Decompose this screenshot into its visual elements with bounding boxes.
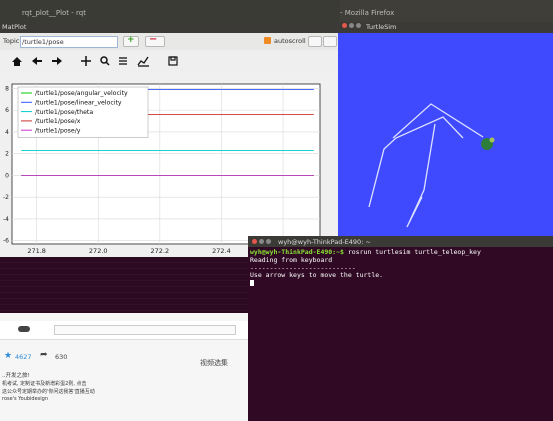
x-tick-label: 272.2: [151, 247, 170, 255]
firefox-title-strip: - Mozilla Firefox: [340, 0, 553, 22]
terminal-output-line: Use arrow keys to move the turtle.: [250, 271, 384, 279]
bg-line: 机考试, 定制证书及新增彩蛋2则, 点击: [2, 381, 87, 387]
star-count: 4627: [15, 353, 32, 361]
configure-icon[interactable]: [119, 57, 127, 65]
legend-label: /turtle1/pose/x: [35, 118, 81, 125]
teleop-terminal-window[interactable]: wyh@wyh-ThinkPad-E490: ~ wyh@wyh-ThinkPa…: [248, 236, 553, 421]
x-tick-label: 271.8: [27, 247, 46, 255]
legend-label: /turtle1/pose/y: [35, 127, 81, 134]
forward-icon[interactable]: [52, 57, 62, 65]
turtle-icon: [481, 137, 495, 150]
y-tick-label: -2: [3, 194, 9, 201]
turtlesim-window: TurtleSim: [338, 22, 553, 245]
bg-line: ..开发之旅!: [2, 373, 30, 379]
turtle-trail: [368, 116, 464, 208]
terminal-titlebar: wyh@wyh-ThinkPad-E490: ~: [248, 236, 553, 247]
pan-icon[interactable]: [81, 56, 91, 66]
legend-label: /turtle1/pose/linear_velocity: [35, 100, 122, 107]
background-browser-page: ★ 4627 ➦ 630 视频选集 ..开发之旅! 机考试, 定制证书及新增彩蛋…: [0, 313, 250, 421]
save-icon[interactable]: [168, 56, 178, 66]
pause-button[interactable]: [308, 36, 322, 47]
autoscroll-checkbox[interactable]: [264, 37, 271, 44]
firefox-window-title: - Mozilla Firefox: [340, 9, 395, 17]
add-topic-button[interactable]: +: [123, 35, 139, 47]
turtle-trail-canvas: [368, 103, 495, 228]
rqt-window-title: rqt_plot__Plot - rqt: [22, 9, 86, 17]
bg-input[interactable]: [54, 325, 236, 335]
y-tick-label: 8: [5, 85, 9, 92]
minimize-icon[interactable]: [259, 239, 264, 244]
bg-line: rose's Youbidesign: [2, 396, 49, 402]
legend-label: /turtle1/pose/angular_velocity: [35, 90, 128, 97]
terminal-command-line: wyh@wyh-ThinkPad-E490:~$ rosrun turtlesi…: [250, 248, 481, 256]
autoscroll-label: autoscroll: [274, 37, 306, 45]
turtle-trail-3: [406, 123, 436, 228]
background-terminal: [0, 257, 250, 313]
section-title: 视频选集: [200, 359, 228, 367]
line-chart[interactable]: 86420-2-4-6271.8272.0272.2272.4272.6/tur…: [0, 72, 338, 259]
topic-row: Topic /turtle1/pose + − autoscroll: [0, 33, 338, 51]
terminal-output-line: Reading from keyboard: [250, 256, 333, 264]
star-icon[interactable]: ★: [4, 351, 12, 361]
home-icon[interactable]: [12, 57, 22, 66]
y-tick-label: 2: [5, 151, 9, 158]
remove-topic-button[interactable]: −: [145, 34, 165, 47]
share-count: 630: [55, 353, 68, 361]
bg-toolbar: [0, 321, 250, 340]
x-tick-label: 272.4: [212, 247, 231, 255]
rqt-plugin-titlebar: MatPlot: [0, 22, 338, 33]
close-icon[interactable]: [252, 239, 257, 244]
y-tick-label: 6: [5, 107, 9, 114]
terminal-cursor: [250, 280, 254, 286]
y-tick-label: -6: [3, 238, 9, 245]
y-tick-label: -4: [3, 216, 9, 223]
maximize-icon[interactable]: [266, 239, 271, 244]
plot-canvas-area: 86420-2-4-6271.8272.0272.2272.4272.6/tur…: [0, 72, 338, 259]
legend-label: /turtle1/pose/theta: [35, 109, 93, 116]
topic-input[interactable]: /turtle1/pose: [20, 36, 118, 48]
edit-curves-icon[interactable]: [137, 56, 149, 67]
rqt-plot-window: MatPlot Topic /turtle1/pose + − autoscro…: [0, 22, 339, 259]
y-tick-label: 4: [5, 129, 9, 136]
toggle-icon[interactable]: [18, 326, 30, 332]
x-tick-label: 272.0: [89, 247, 108, 255]
zoom-icon[interactable]: [100, 56, 110, 66]
topic-label: Topic: [3, 37, 20, 45]
y-tick-label: 0: [5, 172, 9, 179]
bg-line: 这公众号定期举办的'你问这我答'直播互动: [2, 389, 95, 395]
terminal-title: wyh@wyh-ThinkPad-E490: ~: [278, 238, 371, 246]
matplotlib-toolbar: [0, 50, 338, 72]
matplot-title: MatPlot: [2, 23, 27, 31]
back-icon[interactable]: [32, 57, 42, 65]
clear-button[interactable]: [323, 36, 337, 47]
share-icon[interactable]: ➦: [40, 350, 48, 360]
